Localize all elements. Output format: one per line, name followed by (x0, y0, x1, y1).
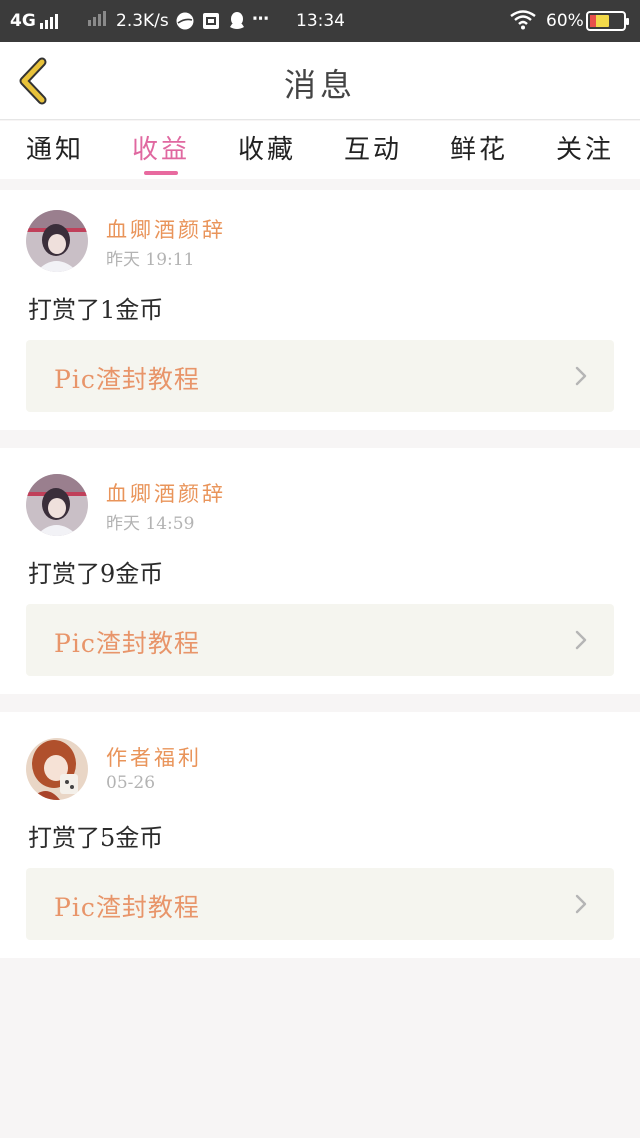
tab-bar: 通知 收益 收藏 互动 鲜花 关注 (0, 121, 640, 179)
photo-icon (202, 12, 220, 30)
message-card: 血卿酒颜辞 昨天 19:11 打赏了1金币 Pic渣封教程 (0, 190, 640, 430)
network-speed: 2.3K/s (116, 11, 169, 31)
avatar[interactable] (26, 474, 88, 536)
article-title: Pic渣封教程 (54, 893, 200, 922)
chevron-right-icon (575, 630, 587, 650)
message-card: 血卿酒颜辞 昨天 14:59 打赏了9金币 Pic渣封教程 (0, 448, 640, 694)
active-tab-indicator (144, 171, 178, 175)
clock: 13:34 (296, 11, 345, 31)
article-link[interactable]: Pic渣封教程 (26, 604, 614, 676)
chevron-right-icon (575, 366, 587, 386)
signal-icon (39, 13, 58, 29)
message-time: 05-26 (106, 773, 156, 793)
signal-icon (84, 10, 106, 26)
network-type: 4G (10, 11, 36, 31)
globe-icon (176, 12, 194, 30)
tab-following[interactable]: 关注 (556, 129, 614, 175)
article-title: Pic渣封教程 (54, 629, 200, 658)
message-content: 打赏了9金币 (28, 560, 164, 588)
message-content: 打赏了5金币 (28, 824, 164, 852)
status-bar: 4G 2.3K/s ⋯ 13:34 60% (0, 0, 640, 42)
qq-icon (228, 11, 246, 31)
message-time: 昨天 19:11 (106, 250, 195, 270)
network-indicator: 4G (10, 10, 58, 32)
header: 消息 (0, 42, 640, 120)
more-icon: ⋯ (252, 9, 269, 29)
article-link[interactable]: Pic渣封教程 (26, 868, 614, 940)
sender-name[interactable]: 血卿酒颜辞 (106, 478, 226, 508)
page-title: 消息 (283, 66, 356, 104)
avatar[interactable] (26, 210, 88, 272)
avatar[interactable] (26, 738, 88, 800)
tab-notifications[interactable]: 通知 (26, 129, 84, 175)
tab-earnings[interactable]: 收益 (132, 129, 190, 175)
wifi-icon (510, 10, 536, 30)
message-time: 昨天 14:59 (106, 514, 195, 534)
sender-name[interactable]: 血卿酒颜辞 (106, 214, 226, 244)
tab-flowers[interactable]: 鲜花 (450, 129, 508, 175)
article-title: Pic渣封教程 (54, 365, 200, 394)
tab-interactions[interactable]: 互动 (344, 129, 402, 175)
message-content: 打赏了1金币 (28, 296, 164, 324)
sender-name[interactable]: 作者福利 (106, 742, 202, 772)
battery-percent: 60% (546, 11, 584, 31)
article-link[interactable]: Pic渣封教程 (26, 340, 614, 412)
tab-favorites[interactable]: 收藏 (238, 129, 296, 175)
battery-icon (586, 11, 629, 31)
chevron-right-icon (575, 894, 587, 914)
message-card: 作者福利 05-26 打赏了5金币 Pic渣封教程 (0, 712, 640, 958)
